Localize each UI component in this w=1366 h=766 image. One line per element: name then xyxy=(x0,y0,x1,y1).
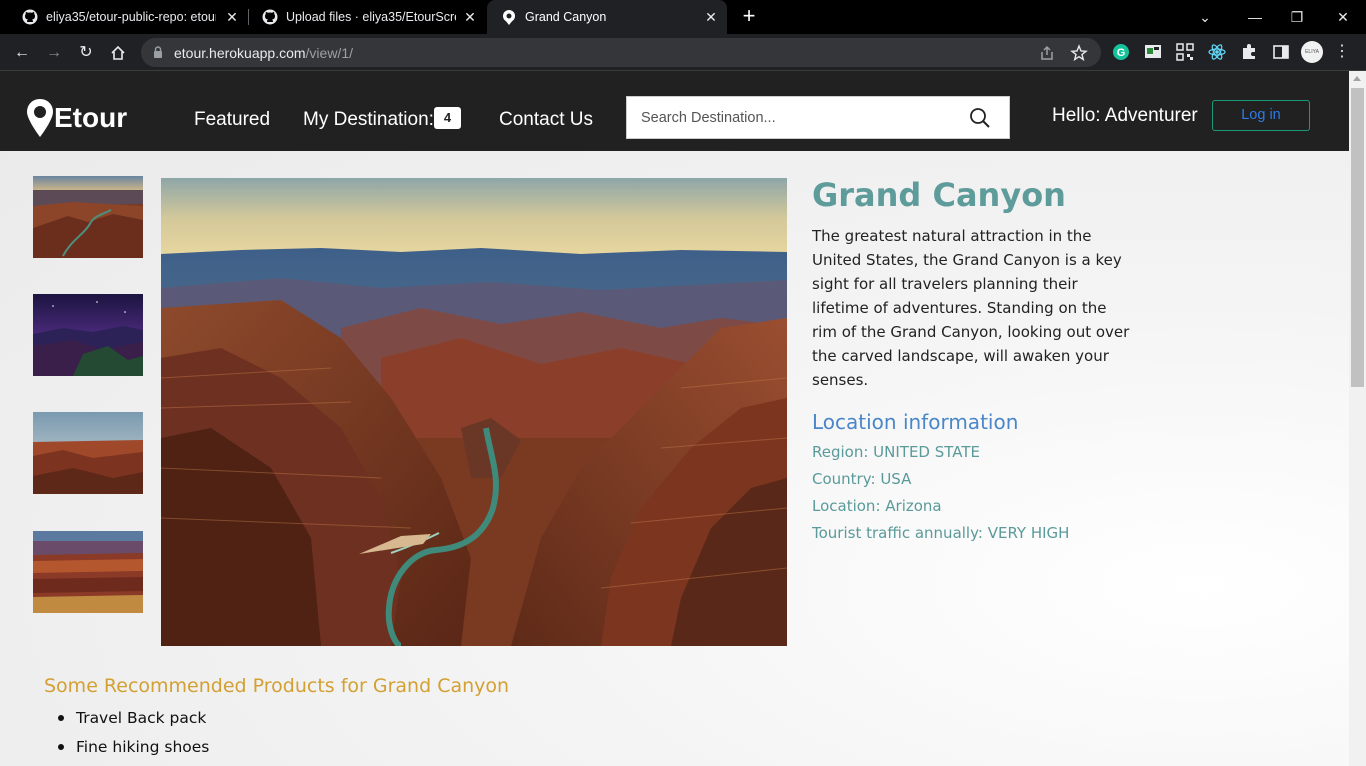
thumbnail-canyon-layers[interactable] xyxy=(33,531,143,613)
search-box xyxy=(626,96,1010,139)
tab-title: eliya35/etour-public-repo: etour xyxy=(46,10,216,24)
close-icon[interactable]: ✕ xyxy=(462,9,478,25)
thumbnail-canyon-night[interactable] xyxy=(33,294,143,376)
location-text: Location: Arizona xyxy=(812,497,942,515)
map-pin-logo-icon xyxy=(27,99,53,137)
close-icon[interactable]: ✕ xyxy=(224,9,240,25)
reload-icon[interactable]: ↻ xyxy=(73,40,99,66)
main-canyon-image xyxy=(161,178,787,646)
etour-logo[interactable]: Etour xyxy=(26,98,127,138)
back-arrow-icon[interactable]: ← xyxy=(9,40,35,66)
destination-count-badge: 4 xyxy=(433,107,461,129)
forward-arrow-icon[interactable]: → xyxy=(41,40,67,66)
destination-info: Grand Canyon The greatest natural attrac… xyxy=(812,176,1132,551)
browser-toolbar: ← → ↻ etour.herokuapp.com/view/1/ G xyxy=(0,34,1366,71)
site-navbar: Etour Featured My Destination: 4 Contact … xyxy=(0,71,1349,151)
home-icon[interactable] xyxy=(105,40,131,66)
bookmark-star-icon[interactable] xyxy=(1070,44,1088,62)
thumbnail-canyon-cloudy[interactable] xyxy=(33,412,143,494)
extensions-puzzle-icon[interactable] xyxy=(1239,42,1259,62)
traffic-text: Tourist traffic annually: VERY HIGH xyxy=(812,524,1070,542)
etour-pin-icon xyxy=(503,10,515,25)
tab-title: Grand Canyon xyxy=(525,10,607,24)
close-icon[interactable]: ✕ xyxy=(703,9,719,25)
recommendations-heading: Some Recommended Products for Grand Cany… xyxy=(44,675,510,697)
nav-link-label: My Destination: xyxy=(303,109,434,131)
github-icon xyxy=(22,9,38,25)
list-item: Travel Back pack xyxy=(57,708,209,737)
location-heading: Location information xyxy=(812,410,1019,434)
grammarly-icon[interactable]: G xyxy=(1111,42,1131,62)
browser-tab-github-repo[interactable]: eliya35/etour-public-repo: etour ✕ xyxy=(8,0,248,34)
login-button[interactable]: Log in xyxy=(1212,100,1310,131)
nav-link-featured[interactable]: Featured xyxy=(194,109,270,131)
close-window-icon[interactable]: ✕ xyxy=(1331,6,1355,28)
page-scrollbar[interactable] xyxy=(1349,71,1366,766)
thumbnail-canyon-1[interactable] xyxy=(33,176,143,258)
extension-screen-icon[interactable] xyxy=(1143,42,1163,62)
nav-link-my-destination[interactable]: My Destination: 4 xyxy=(303,107,461,131)
github-icon xyxy=(262,9,278,25)
page-viewport: Etour Featured My Destination: 4 Contact … xyxy=(0,71,1366,766)
user-greeting: Hello: Adventurer xyxy=(1052,105,1198,126)
list-item: Fine hiking shoes xyxy=(57,737,209,766)
scroll-up-arrow-icon[interactable] xyxy=(1353,76,1361,81)
lock-icon xyxy=(154,46,162,58)
profile-avatar[interactable]: ELIYA xyxy=(1301,41,1323,63)
tab-title: Upload files · eliya35/EtourScreen xyxy=(286,10,456,24)
url-text: etour.herokuapp.com/view/1/ xyxy=(174,45,353,61)
logo-text: Etour xyxy=(54,102,128,133)
qr-code-icon[interactable] xyxy=(1175,42,1195,62)
address-bar[interactable]: etour.herokuapp.com/view/1/ xyxy=(141,38,1101,67)
tab-search-icon[interactable]: ⌄ xyxy=(1193,6,1217,28)
destination-title: Grand Canyon xyxy=(812,176,1066,214)
search-icon[interactable] xyxy=(969,107,991,129)
destination-description: The greatest natural attraction in the U… xyxy=(812,227,1130,389)
svg-text:G: G xyxy=(1117,47,1126,59)
new-tab-button[interactable]: + xyxy=(738,5,760,28)
browser-tab-grand-canyon[interactable]: Grand Canyon ✕ xyxy=(487,0,727,34)
nav-link-contact-us[interactable]: Contact Us xyxy=(499,109,593,131)
side-panel-icon[interactable] xyxy=(1271,42,1291,62)
country-text: Country: USA xyxy=(812,470,912,488)
browser-tab-upload-files[interactable]: Upload files · eliya35/EtourScreen ✕ xyxy=(248,0,486,34)
recommendations-list: Travel Back pack Fine hiking shoes xyxy=(57,708,209,766)
browser-menu-icon[interactable]: ⋮ xyxy=(1334,40,1350,64)
browser-tab-bar: eliya35/etour-public-repo: etour ✕ Uploa… xyxy=(0,0,1366,34)
minimize-icon[interactable]: — xyxy=(1243,6,1267,28)
scrollbar-thumb[interactable] xyxy=(1351,88,1364,387)
location-details: Region: UNITED STATE Country: USA Locati… xyxy=(812,443,1132,551)
search-input[interactable] xyxy=(627,97,957,138)
restore-icon[interactable]: ❐ xyxy=(1285,6,1309,28)
region-text: Region: UNITED STATE xyxy=(812,443,981,461)
react-devtools-icon[interactable] xyxy=(1207,42,1227,62)
share-icon[interactable] xyxy=(1038,44,1056,62)
